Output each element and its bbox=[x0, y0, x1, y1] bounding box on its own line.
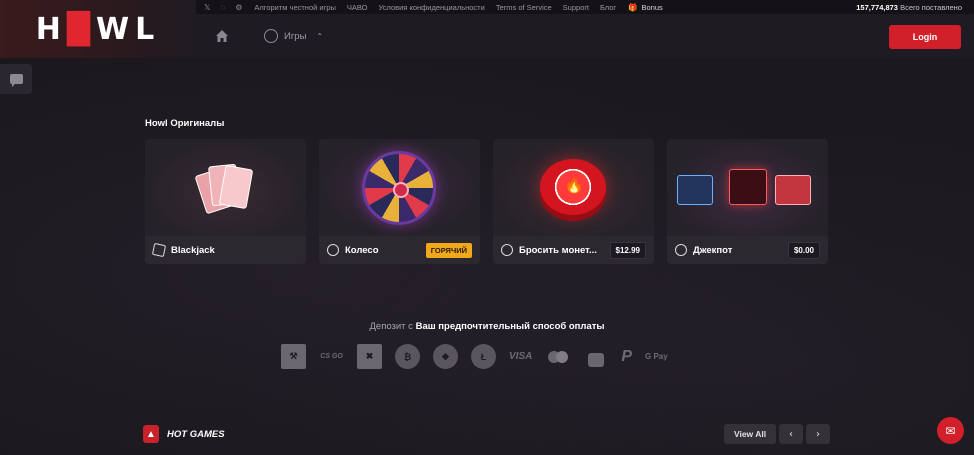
wheel-art bbox=[319, 139, 480, 236]
link-terms[interactable]: Terms of Service bbox=[496, 3, 552, 12]
link-privacy[interactable]: Условия конфиденциальности bbox=[378, 3, 484, 12]
coinflip-icon bbox=[501, 244, 513, 256]
main-nav: Игры ⌃ Login bbox=[196, 14, 974, 58]
prev-arrow-button[interactable]: ‹ bbox=[779, 424, 803, 444]
link-faq[interactable]: ЧАВО bbox=[347, 3, 368, 12]
steam-icon[interactable]: ⚙ bbox=[235, 3, 242, 12]
discord-icon[interactable]: ◌ bbox=[220, 3, 225, 12]
litecoin-icon: Ł bbox=[471, 344, 496, 369]
bitcoin-icon: ₿ bbox=[395, 344, 420, 369]
main-content: Howl Оригиналы Blackjack Колесо ГОРЯЧИЙ … bbox=[0, 0, 974, 455]
link-fair-algorithm[interactable]: Алгоритм честной игры bbox=[254, 3, 336, 12]
rust-icon: ⚒ bbox=[281, 344, 306, 369]
jackpot-art bbox=[667, 139, 828, 236]
card-label: Бросить монет... bbox=[519, 244, 597, 256]
payment-title: Депозит с Ваш предпочтительный способ оп… bbox=[369, 321, 605, 332]
chat-icon bbox=[9, 74, 23, 87]
originals-cards: Blackjack Колесо ГОРЯЧИЙ Бросить монет..… bbox=[145, 139, 828, 264]
card-label: Джекпот bbox=[693, 244, 733, 256]
link-support[interactable]: Support bbox=[563, 3, 589, 12]
howl-logo[interactable]: H█WL bbox=[36, 12, 160, 47]
next-arrow-button[interactable]: › bbox=[806, 424, 830, 444]
csgo-icon: CS GO bbox=[320, 353, 343, 360]
card-label: Колесо bbox=[345, 244, 379, 256]
bonus-link[interactable]: 🎁 Bonus bbox=[628, 3, 663, 12]
top-links: Алгоритм честной игры ЧАВО Условия конфи… bbox=[254, 3, 616, 12]
ethereum-icon: ◆ bbox=[433, 344, 458, 369]
visa-icon: VISA bbox=[509, 351, 533, 362]
mastercard-icon bbox=[545, 344, 570, 369]
card-jackpot[interactable]: Джекпот $0.00 bbox=[667, 139, 828, 264]
gift-icon: 🎁 bbox=[628, 2, 638, 12]
home-icon[interactable] bbox=[214, 28, 230, 44]
originals-title: Howl Оригиналы bbox=[145, 118, 225, 129]
card-label: Blackjack bbox=[171, 244, 215, 256]
gpay-icon: G Pay bbox=[645, 352, 668, 361]
bottle-icon: █ bbox=[66, 11, 96, 47]
chat-support-icon: ✉ bbox=[945, 423, 956, 438]
chat-toggle[interactable] bbox=[0, 64, 32, 94]
lock-icon bbox=[583, 344, 608, 369]
dota-icon: ✖ bbox=[357, 344, 382, 369]
hot-games-header: ▲ HOT GAMES bbox=[143, 425, 225, 443]
link-blog[interactable]: Блог bbox=[600, 3, 616, 12]
x-icon[interactable]: 𝕏 bbox=[204, 3, 210, 12]
login-button[interactable]: Login bbox=[889, 25, 961, 49]
hot-games-title: HOT GAMES bbox=[167, 428, 225, 440]
coinflip-art bbox=[493, 139, 654, 236]
hot-badge: ГОРЯЧИЙ bbox=[425, 242, 472, 258]
chevron-up-icon: ⌃ bbox=[316, 31, 324, 41]
globe-icon bbox=[264, 29, 278, 43]
card-wheel[interactable]: Колесо ГОРЯЧИЙ bbox=[319, 139, 480, 264]
games-dropdown[interactable]: Игры ⌃ bbox=[264, 29, 323, 43]
price-badge: $12.99 bbox=[609, 241, 646, 259]
top-bar: 𝕏 ◌ ⚙ Алгоритм честной игры ЧАВО Условия… bbox=[196, 0, 974, 14]
blackjack-art bbox=[145, 139, 306, 236]
paypal-icon: P bbox=[621, 347, 633, 365]
blackjack-icon bbox=[151, 242, 167, 258]
view-all-button[interactable]: View All bbox=[724, 424, 776, 444]
support-chat-button[interactable]: ✉ bbox=[937, 417, 964, 444]
jackpot-icon bbox=[675, 244, 687, 256]
flame-icon: ▲ bbox=[143, 425, 159, 443]
card-coinflip[interactable]: Бросить монет... $12.99 bbox=[493, 139, 654, 264]
total-wagered: 157,774,873 Всего поставлено bbox=[856, 2, 962, 12]
social-links: 𝕏 ◌ ⚙ bbox=[204, 3, 242, 12]
card-blackjack[interactable]: Blackjack bbox=[145, 139, 306, 264]
logo-area[interactable]: H█WL bbox=[0, 0, 196, 58]
wheel-icon bbox=[327, 244, 339, 256]
payment-methods: ⚒ CS GO ✖ ₿ ◆ Ł VISA P G Pay bbox=[281, 344, 668, 369]
price-badge: $0.00 bbox=[787, 241, 820, 259]
